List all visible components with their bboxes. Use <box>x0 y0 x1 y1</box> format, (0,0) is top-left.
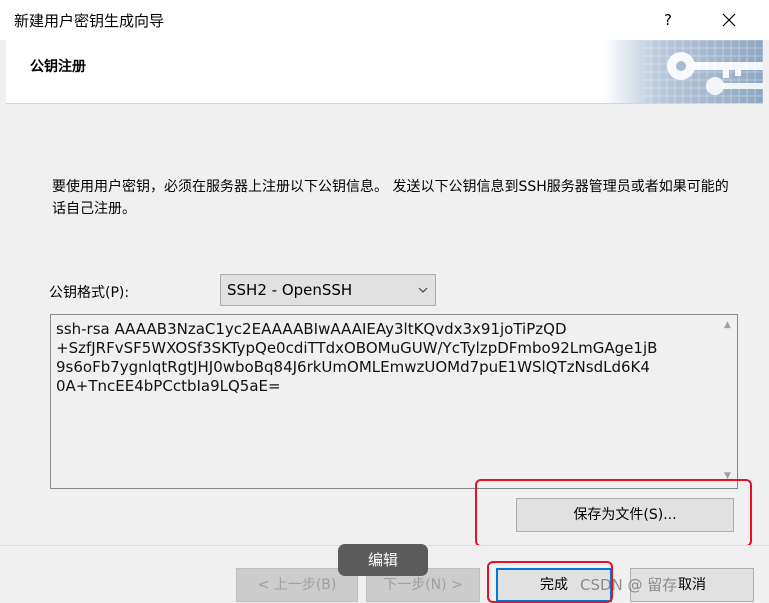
window-title: 新建用户密钥生成向导 <box>14 12 165 30</box>
key-wizard-dialog: 新建用户密钥生成向导 ? 公钥注册 要使用用户密钥，必须在服务器上注册以下公钥信… <box>0 0 769 603</box>
format-select[interactable]: SSH2 - OpenSSH <box>220 274 436 306</box>
chevron-down-icon <box>418 287 428 293</box>
key-banner-icon <box>603 40 763 103</box>
close-button[interactable] <box>705 0 753 40</box>
format-label: 公钥格式(P): <box>49 285 130 301</box>
format-selected-value: SSH2 - OpenSSH <box>227 281 353 299</box>
scroll-up-icon[interactable]: ▲ <box>724 320 731 330</box>
instructions-text: 要使用用户密钥，必须在服务器上注册以下公钥信息。 发送以下公钥信息到SSH服务器… <box>52 179 729 217</box>
help-button[interactable]: ? <box>645 0 691 40</box>
vertical-scrollbar[interactable]: ▲ ▼ <box>720 315 737 488</box>
close-icon <box>722 13 736 27</box>
public-key-textarea[interactable]: ssh-rsa AAAAB3NzaC1yc2EAAAABIwAAAIEAy3lt… <box>50 314 738 489</box>
title-bar: 新建用户密钥生成向导 ? <box>0 0 769 40</box>
edit-tooltip[interactable]: 编辑 <box>338 544 428 576</box>
wizard-header: 公钥注册 <box>6 40 763 104</box>
csdn-watermark: CSDN @ 留存 <box>580 576 678 594</box>
highlight-box-save <box>475 479 752 547</box>
page-title: 公钥注册 <box>30 59 86 75</box>
public-key-text[interactable]: ssh-rsa AAAAB3NzaC1yc2EAAAABIwAAAIEAy3lt… <box>56 320 716 396</box>
wizard-content: 要使用用户密钥，必须在服务器上注册以下公钥信息。 发送以下公钥信息到SSH服务器… <box>6 105 763 547</box>
